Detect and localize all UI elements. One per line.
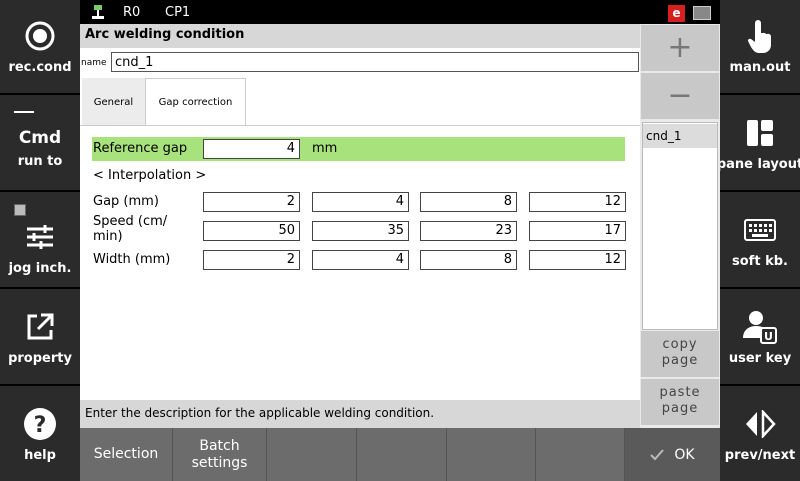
help-label: help <box>24 448 56 463</box>
speed-row-label: Speed (cm/ min) <box>93 214 168 244</box>
svg-text:U: U <box>764 330 773 343</box>
external-link-icon <box>22 309 58 345</box>
empty-button-3[interactable] <box>447 428 536 481</box>
prev-next-icon <box>742 406 778 442</box>
reference-gap-row: Reference gap 4 mm <box>92 137 625 161</box>
user-key-button[interactable]: U user key <box>720 291 800 386</box>
copy-page-button[interactable]: copy page <box>641 331 719 377</box>
batch-settings-button[interactable]: Batch settings <box>173 428 267 481</box>
robot-number: R0 <box>123 5 141 20</box>
soft-kb-button[interactable]: soft kb. <box>720 194 800 289</box>
robot-icon <box>90 4 106 24</box>
prev-next-label: prev/next <box>724 448 796 463</box>
name-row: name cnd_1 <box>80 48 640 76</box>
pane-layout-label: pane layout <box>716 157 800 172</box>
reference-gap-unit: mm <box>312 141 338 156</box>
layout-icon <box>742 115 778 151</box>
name-label: name <box>81 58 107 68</box>
condition-list: cnd_1 <box>642 122 718 330</box>
flag-icon <box>693 6 711 20</box>
ok-label: OK <box>674 446 695 463</box>
program-number: CP1 <box>165 5 191 20</box>
checkbox-icon <box>14 204 26 216</box>
rec-cond-button[interactable]: rec.cond <box>0 0 80 95</box>
add-button[interactable]: + <box>641 25 719 71</box>
minus-icon: − <box>667 78 693 113</box>
status-bar: R0 CP1 e <box>80 0 720 24</box>
paste-page-button[interactable]: paste page <box>641 379 719 425</box>
gap-cell-4[interactable]: 12 <box>529 192 626 212</box>
right-sidebar: man.out pane layout soft kb. U user key … <box>716 0 800 481</box>
speed-cell-2[interactable]: 35 <box>312 221 409 241</box>
tab-general[interactable]: General <box>82 78 145 126</box>
ok-button[interactable]: OK <box>625 428 720 481</box>
rec-cond-label: rec.cond <box>8 60 72 75</box>
run-to-label: run to <box>17 154 63 169</box>
width-cell-1[interactable]: 2 <box>203 250 300 270</box>
list-item[interactable]: cnd_1 <box>643 124 717 148</box>
speed-cell-4[interactable]: 17 <box>529 221 626 241</box>
empty-button-2[interactable] <box>357 428 447 481</box>
speed-cell-3[interactable]: 23 <box>420 221 517 241</box>
width-cell-3[interactable]: 8 <box>420 250 517 270</box>
jog-inch-label: jog inch. <box>8 261 72 276</box>
cmd-run-to-button[interactable]: Cmd run to <box>0 97 80 192</box>
gap-cell-2[interactable]: 4 <box>312 192 409 212</box>
tab-bar: General Gap correction <box>80 78 640 126</box>
reference-gap-input[interactable]: 4 <box>203 139 300 159</box>
remove-button[interactable]: − <box>641 73 719 119</box>
jog-inch-button[interactable]: jog inch. <box>0 194 80 289</box>
width-cell-4[interactable]: 12 <box>529 250 626 270</box>
gap-correction-panel: Reference gap 4 mm < Interpolation > Gap… <box>80 126 638 394</box>
dialog-title: Arc welding condition <box>85 27 245 42</box>
user-key-icon: U <box>742 309 778 345</box>
selection-button[interactable]: Selection <box>80 428 173 481</box>
prev-next-button[interactable]: prev/next <box>720 388 800 481</box>
plus-icon: + <box>667 30 693 65</box>
condition-dialog: Arc welding condition name cnd_1 General… <box>80 24 640 428</box>
man-out-button[interactable]: man.out <box>720 0 800 95</box>
sliders-icon <box>22 219 58 255</box>
left-sidebar: rec.cond Cmd run to jog inch. property ?… <box>0 0 80 481</box>
mode-badge: e <box>668 5 685 22</box>
hand-pointer-icon <box>742 18 778 54</box>
width-cell-2[interactable]: 4 <box>312 250 409 270</box>
record-icon <box>22 18 58 54</box>
condition-list-panel: + − cnd_1 copy page paste page <box>640 24 720 428</box>
speed-cell-1[interactable]: 50 <box>203 221 300 241</box>
empty-button-1[interactable] <box>267 428 357 481</box>
reference-gap-label: Reference gap <box>93 141 188 156</box>
check-icon <box>650 448 665 460</box>
cmd-icon <box>14 111 34 113</box>
gap-cell-3[interactable]: 8 <box>420 192 517 212</box>
description-text: Enter the description for the applicable… <box>85 406 435 420</box>
user-key-label: user key <box>728 351 792 366</box>
help-button[interactable]: ? help <box>0 388 80 481</box>
property-button[interactable]: property <box>0 291 80 386</box>
width-row-label: Width (mm) <box>93 252 171 267</box>
gap-cell-1[interactable]: 2 <box>203 192 300 212</box>
man-out-label: man.out <box>729 60 791 75</box>
soft-kb-label: soft kb. <box>732 254 788 269</box>
property-label: property <box>8 351 72 366</box>
svg-text:?: ? <box>34 413 47 438</box>
pane-layout-button[interactable]: pane layout <box>716 97 800 192</box>
empty-button-4[interactable] <box>536 428 625 481</box>
bottom-toolbar: Selection Batch settings OK <box>80 428 720 481</box>
gap-row-label: Gap (mm) <box>93 194 159 209</box>
tab-gap-correction[interactable]: Gap correction <box>145 78 246 126</box>
help-icon: ? <box>22 406 58 442</box>
description-bar: Enter the description for the applicable… <box>80 400 640 428</box>
interpolation-heading: < Interpolation > <box>93 168 207 183</box>
keyboard-icon <box>742 212 778 248</box>
name-input[interactable]: cnd_1 <box>111 52 639 72</box>
dialog-titlebar: Arc welding condition <box>80 24 640 48</box>
cmd-title: Cmd <box>18 128 62 148</box>
